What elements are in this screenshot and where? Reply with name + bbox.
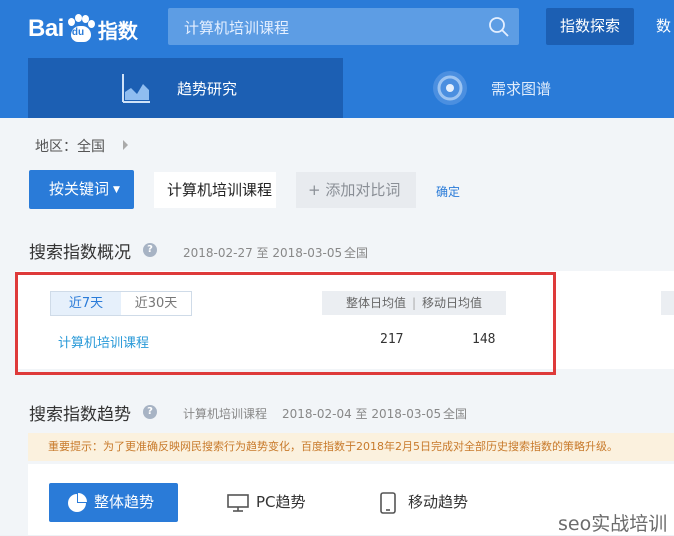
top-header: Bai du 指数 指数探索 数 <box>0 0 674 58</box>
nav-item-truncated[interactable]: 数 <box>656 8 671 45</box>
caret-down-icon: ▼ <box>113 185 120 195</box>
logo-text: Bai <box>28 15 64 42</box>
target-icon <box>433 71 467 105</box>
column-header-stub <box>661 291 674 315</box>
monitor-icon <box>227 494 249 512</box>
chevron-right-icon[interactable] <box>122 139 130 151</box>
add-compare-word-button[interactable]: + 添加对比词 <box>296 172 416 208</box>
baidu-index-logo[interactable]: Bai du 指数 <box>28 10 138 48</box>
red-highlight-box <box>15 272 556 375</box>
logo-paw-text: du <box>71 27 85 38</box>
tab-demand-map[interactable]: 需求图谱 <box>343 58 674 118</box>
by-keyword-label: 按关键词 <box>49 180 110 198</box>
help-icon[interactable]: ? <box>143 405 157 419</box>
overview-title: 搜索指数概况 <box>29 243 131 263</box>
help-icon[interactable]: ? <box>143 243 157 257</box>
overview-region: 全国 <box>344 246 369 260</box>
trend-region: 全国 <box>443 407 468 421</box>
keyword-input[interactable]: 计算机培训课程 <box>154 172 276 208</box>
trend-chart-icon <box>122 74 150 103</box>
tab-mobile-trend-label: 移动趋势 <box>408 493 469 511</box>
sub-navigation: 趋势研究 需求图谱 <box>0 58 674 118</box>
tab-pc-trend-label: PC趋势 <box>256 493 306 511</box>
trend-title: 搜索指数趋势 <box>29 405 131 425</box>
logo-suffix: 指数 <box>97 18 138 43</box>
index-explore-button[interactable]: 指数探索 <box>546 8 634 45</box>
watermark: seo实战培训 <box>558 513 668 535</box>
paw-icon: du <box>65 14 95 44</box>
tab-overall-trend-label: 整体趋势 <box>94 493 155 511</box>
phone-icon <box>380 492 396 514</box>
tab-trend-research-label: 趋势研究 <box>177 80 238 98</box>
confirm-link[interactable]: 确定 <box>436 183 460 200</box>
overview-date-range: 2018-02-27 至 2018-03-05 <box>183 246 343 260</box>
tab-trend-research[interactable]: 趋势研究 <box>28 58 343 118</box>
trend-date-range: 2018-02-04 至 2018-03-05 <box>282 407 442 421</box>
pie-chart-icon <box>68 493 87 512</box>
search-box <box>168 8 519 45</box>
search-icon[interactable] <box>487 15 511 39</box>
region-selector[interactable]: 地区：全国 <box>35 136 105 156</box>
tab-demand-map-label: 需求图谱 <box>491 80 552 98</box>
tab-overall-trend[interactable]: 整体趋势 <box>49 483 178 522</box>
search-input[interactable] <box>184 17 474 37</box>
by-keyword-dropdown[interactable]: 按关键词 ▼ <box>29 170 134 209</box>
important-notice: 重要提示：为了更准确反映网民搜索行为趋势变化，百度指数于2018年2月5日完成对… <box>28 433 674 461</box>
trend-keyword: 计算机培训课程 <box>183 407 268 421</box>
